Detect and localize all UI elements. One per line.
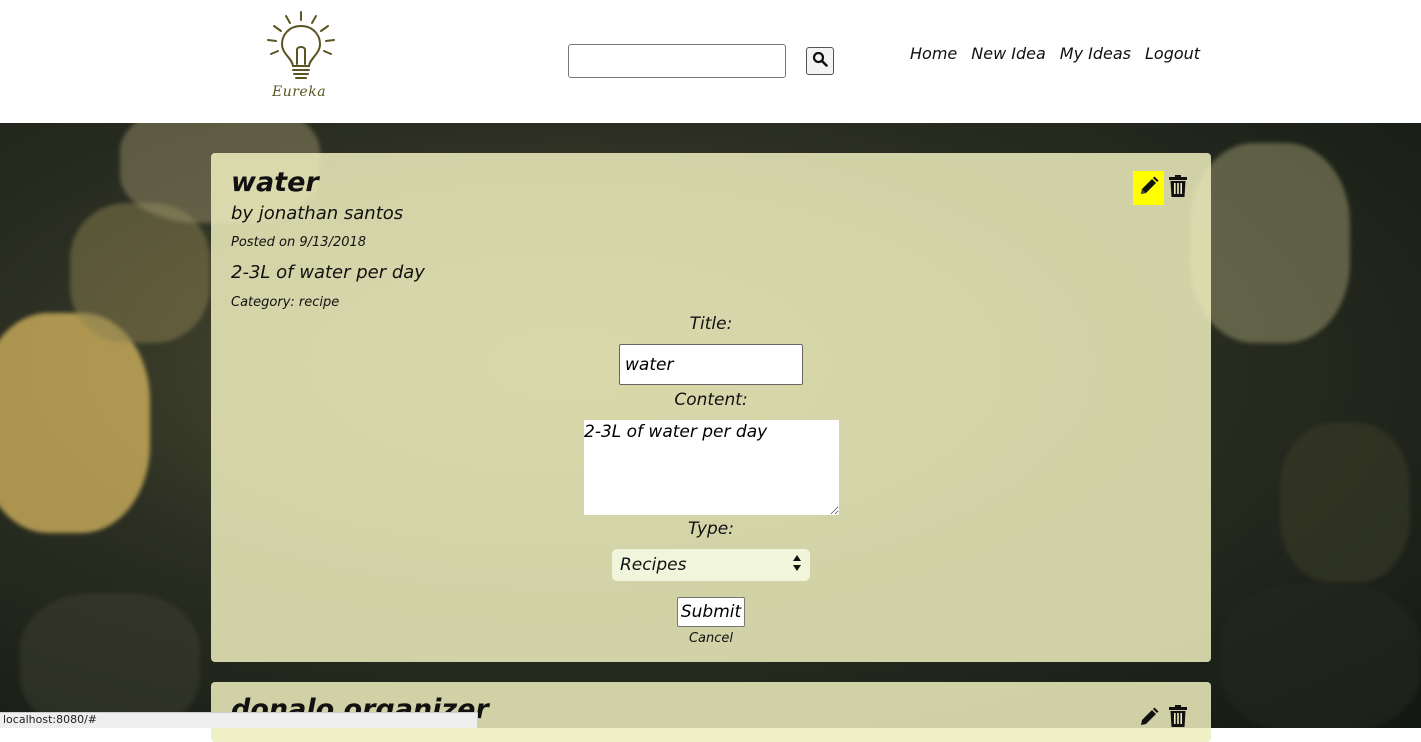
content-field[interactable]: 2-3L of water per day [584,420,839,515]
browser-status-bar: localhost:8080/# [0,712,478,728]
select-arrows-icon [792,554,802,577]
nav-home-link[interactable]: Home [910,44,957,63]
nav-new-idea-link[interactable]: New Idea [971,44,1046,63]
trash-icon [1169,175,1187,201]
idea-category: Category: recipe [231,295,340,310]
pencil-icon [1139,707,1159,731]
site-header: Eureka Home New Idea My Ideas Logout [0,0,1421,123]
type-select-value: Recipes [620,555,687,575]
submit-button[interactable]: Submit [677,597,745,627]
delete-button[interactable] [1167,174,1189,202]
nav-logout-link[interactable]: Logout [1145,44,1200,63]
content-label: Content: [674,390,748,410]
edit-button[interactable] [1133,702,1164,736]
title-label: Title: [689,314,733,334]
idea-card: water by jonathan santos Posted on 9/13/… [211,153,1211,662]
cancel-link[interactable]: Cancel [211,631,1211,646]
nav-my-ideas-link[interactable]: My Ideas [1060,44,1131,63]
search-input[interactable] [568,44,786,78]
title-field[interactable] [619,344,803,385]
logo-text: Eureka [272,84,327,100]
search-icon [812,51,828,71]
search-button[interactable] [806,47,834,75]
main-nav: Home New Idea My Ideas Logout [910,44,1200,63]
pencil-icon [1139,176,1159,200]
trash-icon [1169,705,1187,731]
idea-content: 2-3L of water per day [231,262,425,283]
edit-button[interactable] [1133,171,1164,205]
idea-title: water [231,167,319,198]
idea-author: by jonathan santos [231,203,404,224]
type-label: Type: [688,519,734,539]
idea-posted-date: Posted on 9/13/2018 [231,235,367,250]
type-select[interactable]: Recipes [612,549,810,581]
